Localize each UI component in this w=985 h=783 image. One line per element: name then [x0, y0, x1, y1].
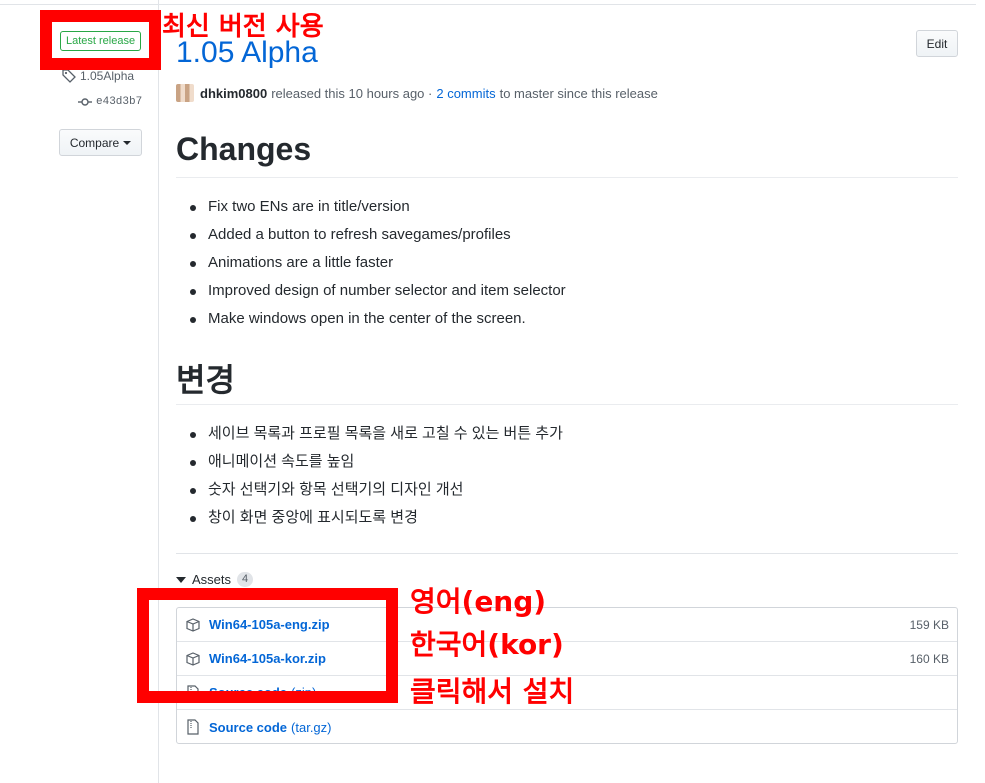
edit-button[interactable]: Edit [916, 30, 958, 57]
annotation-box-assets [137, 588, 398, 703]
list-item: Fix two ENs are in title/version [190, 193, 566, 221]
release-commit[interactable]: e43d3b7 [78, 96, 142, 108]
list-item: Animations are a little faster [190, 249, 566, 277]
released-text: released this 10 hours ago · [271, 85, 433, 101]
tag-icon [62, 69, 76, 83]
since-text: to master since this release [499, 85, 658, 101]
list-item: 숫자 선택기와 항목 선택기의 디자인 개선 [190, 476, 563, 504]
assets-label: Assets [192, 572, 232, 587]
author-link[interactable]: dhkim0800 [200, 86, 267, 101]
avatar[interactable] [176, 84, 194, 102]
list-item: Improved design of number selector and i… [190, 277, 566, 305]
top-divider [0, 4, 976, 5]
annotation-box-latest [40, 10, 161, 70]
commit-hash: e43d3b7 [96, 96, 143, 108]
list-item: Added a button to refresh savegames/prof… [190, 221, 566, 249]
commits-link[interactable]: 2 commits [436, 86, 495, 101]
heading-divider [176, 404, 958, 405]
asset-row[interactable]: Source code (tar.gz) [177, 710, 957, 744]
assets-count-badge: 4 [237, 572, 254, 587]
source-code-link[interactable]: Source code [209, 720, 287, 735]
git-commit-icon [78, 98, 92, 106]
list-item: 세이브 목록과 프로필 목록을 새로 고칠 수 있는 버튼 추가 [190, 420, 563, 448]
compare-button[interactable]: Compare [59, 129, 142, 156]
annotation-latest: 최신 버전 사용 [162, 12, 324, 42]
changes-list-ko: 세이브 목록과 프로필 목록을 새로 고칠 수 있는 버튼 추가 애니메이션 속… [190, 420, 563, 532]
assets-divider [176, 553, 958, 554]
file-zip-icon [187, 719, 199, 735]
triangle-down-icon [176, 576, 186, 583]
asset-size: 160 KB [909, 651, 949, 666]
annotation-line-3: 클릭해서 설치 [410, 675, 575, 708]
release-tag[interactable]: 1.05Alpha [62, 69, 134, 83]
tag-label: 1.05Alpha [80, 69, 135, 83]
annotation-line-2: 한국어(kor) [410, 628, 564, 661]
assets-toggle[interactable]: Assets 4 [176, 572, 254, 587]
changes-heading: Changes [176, 131, 312, 167]
caret-down-icon [123, 140, 132, 145]
compare-label: Compare [69, 135, 120, 150]
changes-heading-ko: 변경 [176, 362, 235, 398]
release-byline: dhkim0800 released this 10 hours ago · 2… [176, 84, 658, 102]
list-item: Make windows open in the center of the s… [190, 305, 566, 333]
heading-divider [176, 177, 958, 178]
annotation-line-1: 영어(eng) [410, 585, 547, 618]
changes-list-en: Fix two ENs are in title/version Added a… [190, 193, 566, 333]
asset-size: 159 KB [909, 617, 949, 632]
source-ext[interactable]: (tar.gz) [291, 720, 331, 735]
list-item: 창이 화면 중앙에 표시되도록 변경 [190, 504, 563, 532]
list-item: 애니메이션 속도를 높임 [190, 448, 563, 476]
